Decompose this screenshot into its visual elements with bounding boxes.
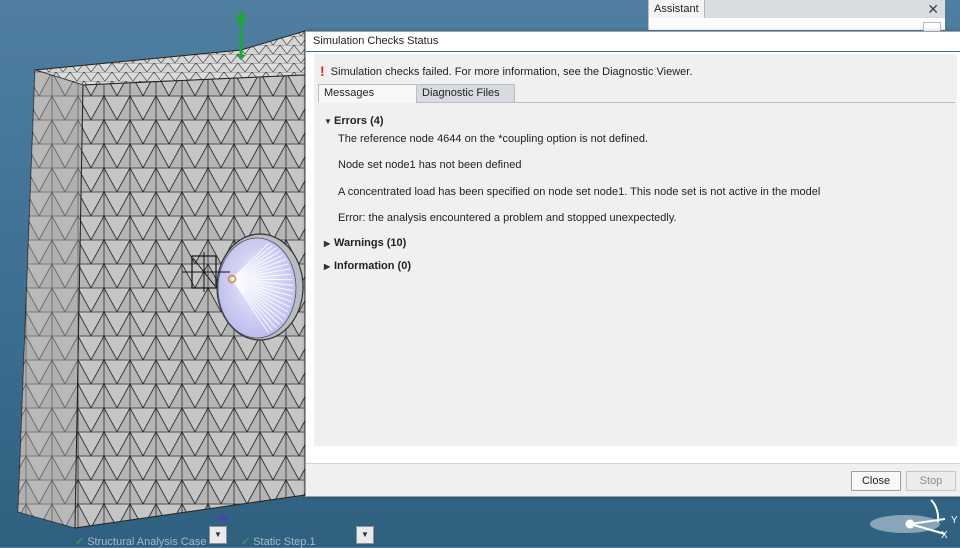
tree-item-analysis-case[interactable]: ✓ Structural Analysis Case	[75, 535, 206, 548]
check-icon: ✓	[241, 536, 251, 548]
stop-button[interactable]: Stop	[906, 471, 956, 491]
assistant-body	[649, 18, 945, 32]
check-icon: ✓	[75, 536, 85, 548]
error-message[interactable]: Error: the analysis encountered a proble…	[338, 211, 677, 225]
collapsed-triangle-icon[interactable]: ▶	[324, 237, 334, 251]
simulation-checks-dialog: Simulation Checks Status ! Simulation che…	[305, 31, 960, 497]
error-message[interactable]: The reference node 4644 on the *coupling…	[338, 132, 648, 146]
dialog-body: ! Simulation checks failed. For more info…	[314, 54, 957, 446]
chevron-down-icon[interactable]: ▼	[209, 526, 227, 544]
errors-group-label: Errors (4)	[334, 115, 384, 127]
compass-y-label: Y	[951, 515, 958, 526]
error-icon: !	[320, 63, 325, 79]
tree-item-static-step[interactable]: ✓ Static Step.1	[241, 535, 316, 548]
dialog-title[interactable]: Simulation Checks Status	[306, 32, 960, 52]
dialog-footer: Close Stop	[306, 463, 960, 496]
tab-diagnostic-files[interactable]: Diagnostic Files	[416, 84, 515, 103]
expanded-triangle-icon[interactable]: ▼	[324, 115, 334, 129]
compass-widget[interactable]	[870, 499, 946, 535]
error-message[interactable]: Node set node1 has not been defined	[338, 158, 521, 172]
status-line: ! Simulation checks failed. For more info…	[320, 64, 692, 78]
close-button[interactable]: Close	[851, 471, 901, 491]
information-group-header[interactable]: ▶ Information (0)	[324, 259, 411, 274]
analysis-case-label: Structural Analysis Case	[87, 536, 207, 548]
collapsed-triangle-icon[interactable]: ▶	[324, 260, 334, 274]
status-message: Simulation checks failed. For more infor…	[330, 66, 693, 78]
warnings-group-header[interactable]: ▶ Warnings (10)	[324, 236, 406, 251]
assistant-panel: Assistant ✕	[648, 0, 945, 32]
compass-x-label: X	[941, 530, 948, 541]
errors-group-header[interactable]: ▼ Errors (4)	[324, 114, 384, 129]
messages-tree: ▼ Errors (4) The reference node 4644 on t…	[318, 106, 955, 446]
information-group-label: Information (0)	[334, 260, 411, 272]
close-icon[interactable]: ✕	[927, 0, 939, 18]
chevron-down-icon[interactable]: ▼	[356, 526, 374, 544]
tab-bar: Messages Diagnostic Files	[318, 84, 955, 103]
tab-messages[interactable]: Messages	[318, 84, 417, 103]
assistant-tab[interactable]: Assistant	[649, 0, 705, 18]
error-message[interactable]: A concentrated load has been specified o…	[338, 185, 820, 199]
static-step-label: Static Step.1	[253, 536, 316, 548]
warnings-group-label: Warnings (10)	[334, 237, 407, 249]
